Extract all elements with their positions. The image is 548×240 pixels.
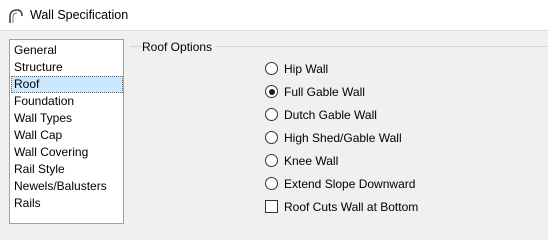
dutch-gable-wall-label[interactable]: Dutch Gable Wall bbox=[284, 107, 377, 123]
nav-item-wall-covering[interactable]: Wall Covering bbox=[11, 144, 123, 161]
knee-wall-radio[interactable] bbox=[265, 154, 278, 167]
high-shed-gable-wall-radio[interactable] bbox=[265, 131, 278, 144]
roof-cuts-wall-checkbox[interactable] bbox=[265, 200, 278, 213]
radio-selected-dot bbox=[268, 88, 275, 95]
nav-item-newels-balusters[interactable]: Newels/Balusters bbox=[11, 178, 123, 195]
high-shed-gable-wall-label[interactable]: High Shed/Gable Wall bbox=[284, 130, 402, 146]
full-gable-wall-label[interactable]: Full Gable Wall bbox=[284, 84, 365, 100]
arch-icon bbox=[8, 8, 24, 24]
roof-cuts-wall-label[interactable]: Roof Cuts Wall at Bottom bbox=[284, 199, 418, 215]
nav-item-structure[interactable]: Structure bbox=[11, 59, 123, 76]
dutch-gable-wall-radio[interactable] bbox=[265, 108, 278, 121]
category-list[interactable]: General Structure Roof Foundation Wall T… bbox=[9, 39, 124, 224]
extend-slope-downward-radio[interactable] bbox=[265, 177, 278, 190]
knee-wall-label[interactable]: Knee Wall bbox=[284, 153, 338, 169]
nav-item-rails[interactable]: Rails bbox=[11, 195, 123, 212]
roof-options-group-label: Roof Options bbox=[142, 40, 218, 54]
hip-wall-radio[interactable] bbox=[265, 62, 278, 75]
nav-item-general[interactable]: General bbox=[11, 42, 123, 59]
title-bar: Wall Specification bbox=[0, 0, 548, 31]
nav-item-rail-style[interactable]: Rail Style bbox=[11, 161, 123, 178]
nav-item-wall-cap[interactable]: Wall Cap bbox=[11, 127, 123, 144]
nav-item-roof[interactable]: Roof bbox=[11, 76, 123, 93]
full-gable-wall-radio[interactable] bbox=[265, 85, 278, 98]
window-title: Wall Specification bbox=[30, 8, 129, 22]
hip-wall-label[interactable]: Hip Wall bbox=[284, 61, 328, 77]
nav-item-wall-types[interactable]: Wall Types bbox=[11, 110, 123, 127]
extend-slope-downward-label[interactable]: Extend Slope Downward bbox=[284, 176, 415, 192]
nav-item-foundation[interactable]: Foundation bbox=[11, 93, 123, 110]
